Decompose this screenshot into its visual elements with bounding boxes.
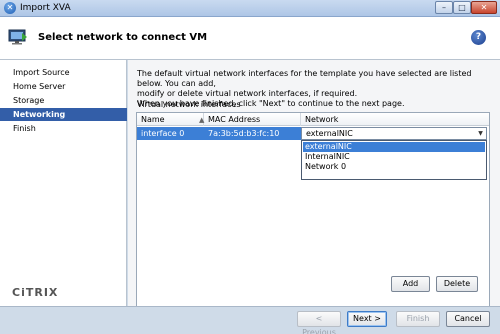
previous-button[interactable]: < Previous (297, 311, 341, 334)
description-line: modify or delete virtual network interfa… (137, 89, 358, 98)
sidebar-item-import-source[interactable]: Import Source (0, 66, 127, 79)
window-title: Import XVA (20, 3, 71, 13)
minimize-button[interactable]: – (435, 1, 453, 14)
wizard-sidebar: Import Source Home Server Storage Networ… (0, 60, 127, 306)
citrix-logo: CiTRIX (12, 286, 59, 299)
xencenter-app-icon: ✕ (4, 2, 16, 14)
page-title: Select network to connect VM (38, 32, 208, 43)
network-select-value: externalNIC (306, 129, 353, 138)
description-line: The default virtual network interfaces f… (137, 69, 472, 88)
next-button[interactable]: Next > (347, 311, 387, 327)
delete-button[interactable]: Delete (436, 276, 478, 292)
finish-button[interactable]: Finish (396, 311, 440, 327)
maximize-button[interactable]: □ (453, 1, 471, 14)
dropdown-option-internal[interactable]: InternalNIC (303, 152, 485, 162)
chevron-down-icon[interactable]: ▼ (476, 129, 485, 138)
grid-label: Virtual network interfaces (137, 100, 241, 109)
column-header-name[interactable]: Name ▲ (137, 113, 204, 126)
network-interfaces-grid[interactable]: Name ▲ MAC Address Network interface 0 7… (136, 112, 490, 326)
sidebar-item-home-server[interactable]: Home Server (0, 80, 127, 93)
column-header-label: Name (141, 115, 165, 124)
table-row[interactable]: interface 0 7a:3b:5d:b3:fc:10 externalNI… (137, 127, 489, 140)
sidebar-item-finish[interactable]: Finish (0, 122, 127, 135)
title-bar: ✕ Import XVA – □ ✕ (0, 0, 500, 17)
wizard-content: The default virtual network interfaces f… (128, 60, 500, 326)
wizard-header: Select network to connect VM ? (0, 17, 500, 60)
close-button[interactable]: ✕ (471, 1, 497, 14)
column-header-network[interactable]: Network (301, 113, 489, 126)
grid-header: Name ▲ MAC Address Network (137, 113, 489, 126)
cell-name[interactable]: interface 0 (137, 127, 204, 140)
cell-mac[interactable]: 7a:3b:5d:b3:fc:10 (204, 127, 301, 140)
column-header-mac[interactable]: MAC Address (204, 113, 301, 126)
network-dropdown-list[interactable]: externalNIC InternalNIC Network 0 (301, 140, 487, 180)
add-button[interactable]: Add (391, 276, 430, 292)
network-select[interactable]: externalNIC ▼ (301, 127, 487, 140)
dropdown-option-network0[interactable]: Network 0 (303, 162, 485, 172)
cancel-button[interactable]: Cancel (446, 311, 490, 327)
help-icon[interactable]: ? (471, 30, 486, 45)
dropdown-option-external[interactable]: externalNIC (303, 142, 485, 152)
sidebar-item-networking[interactable]: Networking (0, 108, 127, 121)
sidebar-item-storage[interactable]: Storage (0, 94, 127, 107)
network-monitor-icon (8, 29, 27, 45)
